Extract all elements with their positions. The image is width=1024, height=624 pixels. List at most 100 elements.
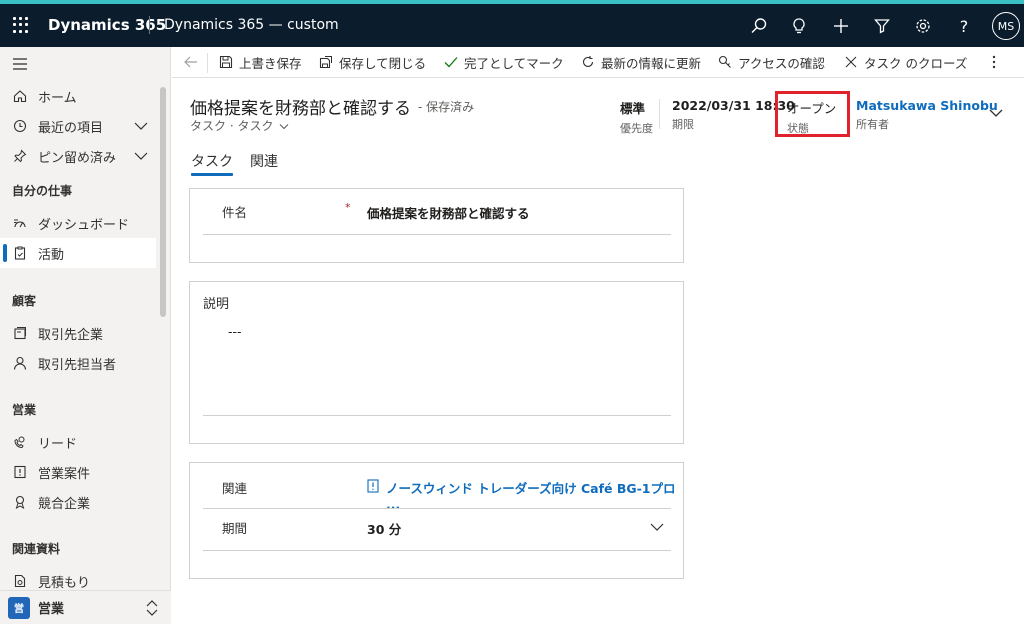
chevron-up-down-icon xyxy=(145,599,159,617)
status-label: 状態 xyxy=(787,122,809,135)
opportunity-record-icon xyxy=(367,479,380,493)
header-expand-chevron-icon[interactable] xyxy=(988,105,1004,121)
entity-breadcrumb: タスク · タスク xyxy=(190,117,289,134)
home-icon xyxy=(12,88,28,104)
hamburger-menu-icon[interactable] xyxy=(12,57,28,71)
sidebar-item-home[interactable]: ホーム xyxy=(0,81,156,111)
description-label: 説明 xyxy=(203,297,230,312)
sidebar-item-dashboard[interactable]: ダッシュボード xyxy=(0,208,156,238)
environment-name[interactable]: Dynamics 365 — custom xyxy=(164,17,339,33)
sidebar-item-competitors[interactable]: 競合企業 xyxy=(0,487,156,517)
help-icon[interactable]: ? xyxy=(951,13,977,39)
sidebar-item-label: 営業案件 xyxy=(38,466,91,482)
sidebar-item-label: リード xyxy=(38,436,78,452)
section-header-sales: 営業 xyxy=(12,403,37,417)
settings-gear-icon[interactable] xyxy=(910,13,936,39)
required-asterisk: * xyxy=(345,201,351,214)
chevron-down-icon[interactable] xyxy=(134,150,148,165)
chevron-down-icon[interactable] xyxy=(650,521,664,531)
form-name: タスク xyxy=(237,119,274,133)
field-underline xyxy=(203,550,671,551)
sidebar-item-activities[interactable]: 活動 xyxy=(0,238,156,268)
save-button[interactable]: 上書き保存 xyxy=(218,47,302,77)
duration-select[interactable]: 30 分 xyxy=(367,519,401,538)
chevron-down-icon xyxy=(279,124,289,130)
refresh-button[interactable]: 最新の情報に更新 xyxy=(580,47,701,77)
person-icon xyxy=(12,355,28,371)
section-header-my-work: 自分の仕事 xyxy=(12,184,73,198)
check-access-label: アクセスの確認 xyxy=(738,55,825,71)
plus-icon[interactable] xyxy=(828,13,854,39)
area-switcher[interactable]: 営 営業 xyxy=(0,590,171,624)
sidebar-item-accounts[interactable]: 取引先企業 xyxy=(0,318,156,348)
owner-link[interactable]: Matsukawa Shinobu xyxy=(856,98,998,113)
pin-icon xyxy=(12,148,28,164)
top-navigation-bar: Dynamics 365 Dynamics 365 — custom ? MS xyxy=(0,0,1024,47)
save-and-close-label: 保存して閉じる xyxy=(339,55,427,71)
tab-task[interactable]: タスク xyxy=(191,151,233,176)
divider xyxy=(659,99,660,129)
sidebar-item-leads[interactable]: リード xyxy=(0,427,156,457)
divider xyxy=(149,16,150,34)
section-header-collateral: 関連資料 xyxy=(12,542,61,556)
sidebar-item-label: 取引先企業 xyxy=(38,327,104,343)
entity-name: タスク xyxy=(190,119,227,133)
search-icon[interactable] xyxy=(746,13,772,39)
duration-label: 期間 xyxy=(222,521,248,536)
owner-label: 所有者 xyxy=(856,118,889,131)
save-and-close-button[interactable]: 保存して閉じる xyxy=(318,47,426,77)
area-badge: 営 xyxy=(8,596,30,619)
more-vertical-icon xyxy=(986,54,1002,70)
save-close-icon xyxy=(318,54,334,70)
tab-related[interactable]: 関連 xyxy=(250,151,278,171)
filter-icon[interactable] xyxy=(869,13,895,39)
close-task-button[interactable]: タスク のクローズ xyxy=(843,47,967,77)
app-launcher-icon[interactable] xyxy=(10,14,32,36)
form-selector[interactable]: タスク xyxy=(237,119,289,133)
sidebar-item-pinned[interactable]: ピン留め済み xyxy=(0,141,156,171)
details-section: 関連 ノースウィンド トレーダーズ向け Café BG-1プロ ... 期間 3… xyxy=(189,462,684,579)
regarding-label: 関連 xyxy=(222,481,248,496)
description-section: 説明 --- xyxy=(189,281,684,444)
subject-section: 件名 * 価格提案を財務部と確認する xyxy=(189,188,684,263)
description-field[interactable]: --- xyxy=(228,324,242,339)
command-bar: 上書き保存 保存して閉じる 完了としてマーク 最新の情報に更新 アクセスの確認 … xyxy=(172,47,1024,78)
sidebar-item-label: 最近の項目 xyxy=(38,120,104,136)
phone-person-icon xyxy=(12,434,28,450)
save-label: 上書き保存 xyxy=(239,55,302,71)
sidebar-item-contacts[interactable]: 取引先担当者 xyxy=(0,348,156,378)
dashboard-icon xyxy=(12,215,28,231)
sidebar-item-label: ホーム xyxy=(38,90,77,106)
mark-complete-button[interactable]: 完了としてマーク xyxy=(443,47,564,77)
close-task-label: タスク のクローズ xyxy=(864,55,968,71)
mark-complete-label: 完了としてマーク xyxy=(464,55,564,71)
sidebar-scrollbar[interactable] xyxy=(160,87,166,317)
subject-field[interactable]: 価格提案を財務部と確認する xyxy=(367,203,530,222)
building-icon xyxy=(12,325,28,341)
quote-document-icon xyxy=(12,573,28,589)
sidebar-item-recent[interactable]: 最近の項目 xyxy=(0,111,156,141)
section-header-customers: 顧客 xyxy=(12,294,37,308)
check-access-button[interactable]: アクセスの確認 xyxy=(717,47,825,77)
sidebar-item-label: 活動 xyxy=(38,247,65,263)
more-commands-button[interactable] xyxy=(986,47,1007,77)
user-avatar[interactable]: MS xyxy=(992,12,1020,40)
refresh-label: 最新の情報に更新 xyxy=(601,55,702,71)
chevron-down-icon[interactable] xyxy=(134,120,148,135)
sidebar-item-opportunities[interactable]: 営業案件 xyxy=(0,457,156,487)
sidebar-item-label: ダッシュボード xyxy=(38,217,130,233)
regarding-lookup-link[interactable]: ノースウィンド トレーダーズ向け Café BG-1プロ ... xyxy=(386,478,683,512)
activity-clipboard-icon xyxy=(12,245,28,261)
sidebar-item-label: 見積もり xyxy=(38,575,91,591)
subject-label: 件名 xyxy=(222,205,248,220)
key-icon xyxy=(717,54,733,70)
record-title: 価格提案を財務部と確認する xyxy=(190,99,411,119)
back-button[interactable] xyxy=(183,47,204,77)
sidebar-item-label: 競合企業 xyxy=(38,496,91,512)
lightbulb-icon[interactable] xyxy=(786,13,812,39)
priority-label: 優先度 xyxy=(620,122,653,135)
field-underline xyxy=(203,415,671,416)
sidebar-item-label: 取引先担当者 xyxy=(38,357,117,373)
competitor-icon xyxy=(12,494,28,510)
opportunity-icon xyxy=(12,464,28,480)
